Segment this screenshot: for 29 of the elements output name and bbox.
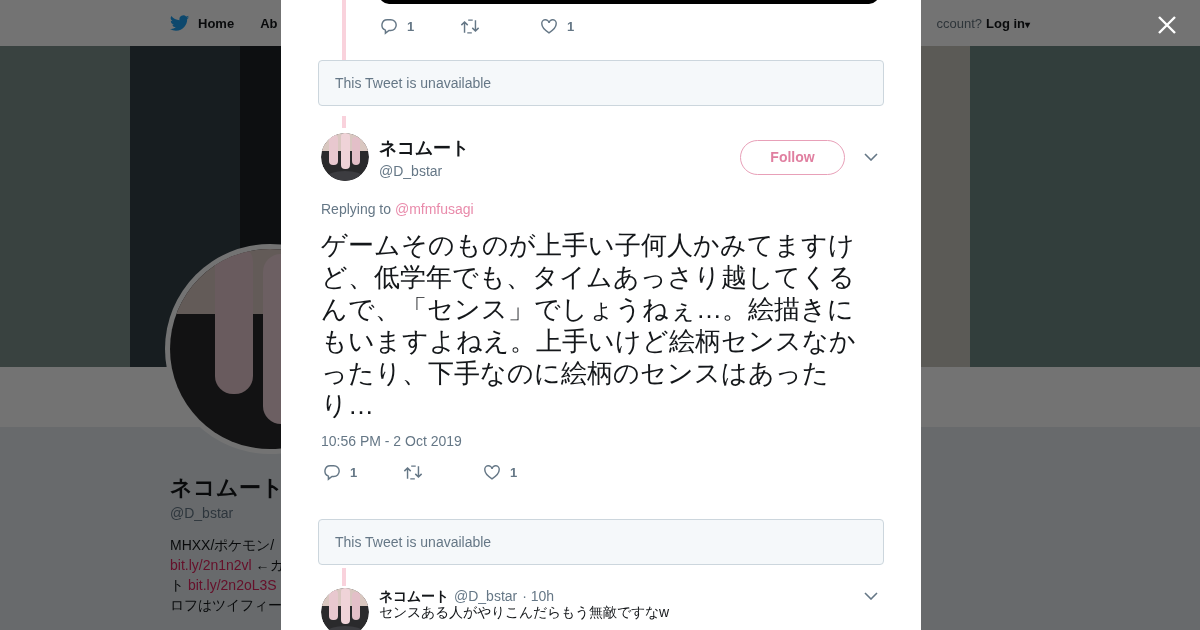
profile-name: ネコムート: [170, 474, 284, 502]
like-count: 1: [510, 464, 518, 480]
reply-icon[interactable]: [323, 463, 341, 481]
bio-link[interactable]: bit.ly/2n2oL3S: [187, 577, 277, 593]
heart-icon[interactable]: [483, 463, 501, 481]
bio-text: ト: [170, 577, 184, 593]
login-link[interactable]: Log in▾: [986, 15, 1030, 31]
close-icon[interactable]: [1157, 15, 1177, 35]
bio-text: ロフはツイフィー: [170, 597, 282, 613]
unavailable-notice: This Tweet is unavailable: [318, 519, 884, 565]
bio-link[interactable]: bit.ly/2n1n2vl: [170, 557, 252, 573]
reply-count: 1: [350, 464, 358, 480]
nav-link[interactable]: Ab: [260, 15, 278, 31]
retweet-icon[interactable]: [403, 463, 423, 481]
chevron-icon[interactable]: [864, 592, 878, 600]
bio-text: MHXX/ポケモン/: [170, 537, 275, 553]
user-handle: @D_bstar: [454, 588, 518, 604]
tweet-time: · 10h: [522, 588, 555, 604]
retweet-icon[interactable]: [460, 17, 480, 35]
profile-handle: @D_bstar: [170, 505, 234, 521]
heart-icon[interactable]: [540, 17, 558, 35]
tweet-timestamp[interactable]: 10:56 PM - 2 Oct 2019: [321, 433, 884, 449]
like-count: 1: [567, 18, 575, 34]
reply-count: 1: [407, 18, 415, 34]
reply-icon[interactable]: [380, 17, 398, 35]
nav-link[interactable]: Home: [198, 15, 235, 31]
account-prompt: ccount?: [936, 15, 982, 31]
user-name: ネコムート: [379, 588, 449, 604]
tweet-text: センスある人がやりこんだらもう無敵ですなw: [379, 605, 671, 620]
